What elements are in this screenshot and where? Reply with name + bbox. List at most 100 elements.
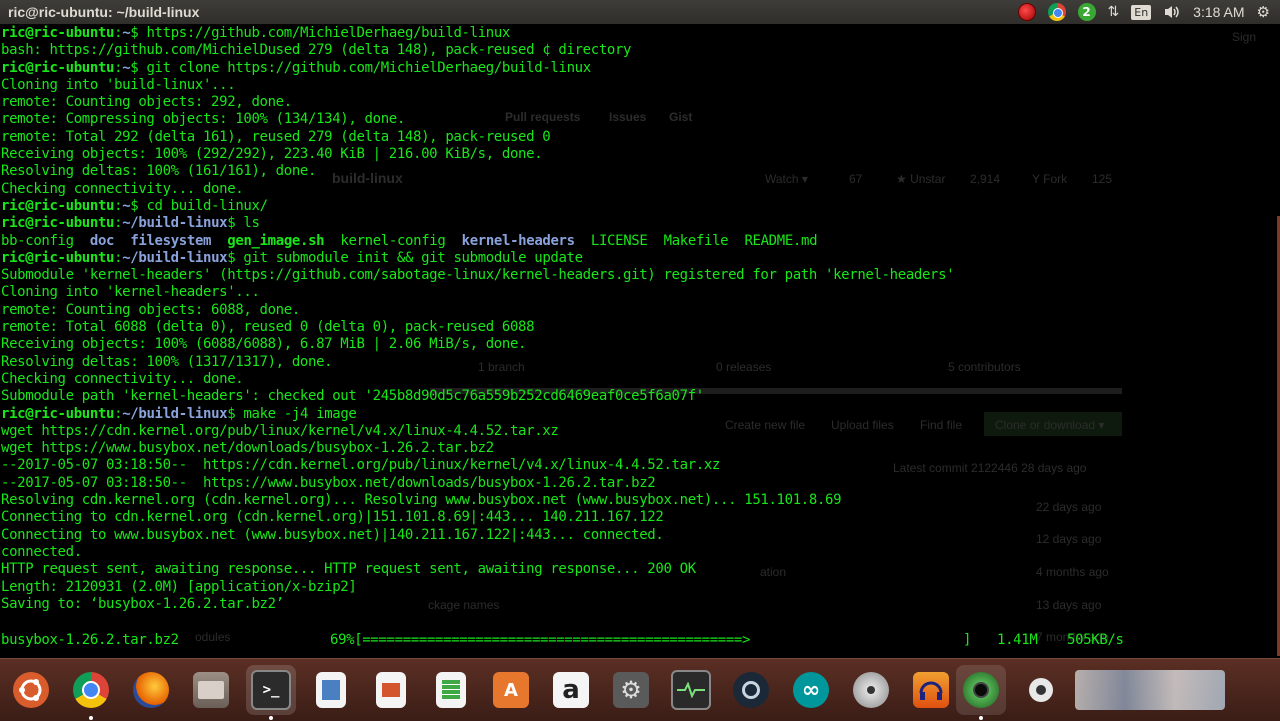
ls-gap (728, 233, 744, 249)
prompt-command: git submodule init && git submodule upda… (235, 249, 583, 266)
output-text: Checking connectivity... done. (1, 180, 244, 197)
record-icon[interactable] (1017, 3, 1036, 21)
output-text: Connecting to www.busybox.net (www.busyb… (1, 526, 664, 543)
prompt-separator: : (114, 405, 123, 422)
prompt-path: ~/build-linux (122, 405, 228, 422)
ubuntu-dash-icon[interactable] (6, 665, 56, 715)
terminal-window[interactable]: Sign Pull requests Issues Gist build-lin… (0, 24, 1280, 658)
network-arrows-icon[interactable]: ⇅ (1108, 4, 1120, 20)
volume-icon[interactable] (1163, 4, 1181, 20)
terminal-output-line: connected. (1, 544, 954, 561)
output-text: connected. (1, 543, 82, 560)
terminal-output-line: Connecting to cdn.kernel.org (cdn.kernel… (1, 509, 954, 526)
ghost-label: 12 days ago (1036, 532, 1102, 546)
output-text: wget https://www.busybox.net/downloads/b… (1, 440, 494, 457)
terminal-output-line: Cloning into 'kernel-headers'... (1, 284, 954, 301)
terminal-output-line: Checking connectivity... done. (1, 181, 954, 198)
ls-gap (211, 233, 227, 249)
arduino-icon[interactable]: ∞ (786, 665, 836, 715)
clock[interactable]: 3:18 AM (1193, 4, 1244, 20)
ghost-button (984, 412, 1122, 436)
output-text: wget https://cdn.kernel.org/pub/linux/ke… (1, 422, 559, 439)
ls-gap (445, 233, 461, 249)
terminal-output-line: bash: https://github.com/MichielDused 27… (1, 42, 954, 59)
ghost-label: 13 days ago (1036, 598, 1102, 612)
output-text: Cloning into 'build-linux'... (1, 76, 236, 93)
chrome-icon[interactable] (66, 665, 116, 720)
output-text: Resolving cdn.kernel.org (cdn.kernel.org… (1, 492, 842, 509)
files-icon[interactable] (186, 665, 236, 715)
output-text: Length: 2120931 (2.0M) [application/x-bz… (1, 578, 357, 595)
ghost-label: Sign (1232, 30, 1257, 44)
system-monitor-icon[interactable] (666, 665, 716, 715)
output-text: Submodule path 'kernel-headers': checked… (1, 388, 704, 405)
output-text: Cloning into 'kernel-headers'... (1, 284, 260, 301)
libreoffice-writer-icon[interactable] (306, 665, 356, 715)
ghost-label: 5 contributors (948, 360, 1021, 374)
trash-icon[interactable] (1070, 665, 1230, 715)
terminal-output-line: Submodule 'kernel-headers' (https://gith… (1, 267, 955, 284)
output-text: Receiving objects: 100% (292/292), 223.4… (1, 146, 543, 163)
update-badge-icon[interactable]: 2 (1077, 3, 1096, 21)
terminal-output-line: remote: Counting objects: 292, done. (1, 94, 954, 111)
progress-filename: busybox-1.26.2.tar.bz2 (1, 632, 179, 648)
firefox-icon[interactable] (126, 665, 176, 715)
webcam-icon[interactable] (1016, 665, 1066, 715)
output-text: remote: Compressing objects: 100% (134/1… (1, 111, 405, 128)
prompt-separator: : (114, 215, 123, 232)
settings-gear-icon[interactable]: ⚙ (1257, 3, 1270, 21)
keyboard-layout-icon[interactable]: En (1131, 4, 1152, 20)
terminal-output-line: Resolving cdn.kernel.org (cdn.kernel.org… (1, 492, 954, 509)
terminal-output-line: Cloning into 'build-linux'... (1, 77, 954, 94)
terminal-output-line: --2017-05-07 03:18:50-- https://www.busy… (1, 475, 954, 492)
terminal-output-line: Length: 2120931 (2.0M) [application/x-bz… (1, 579, 954, 596)
libreoffice-calc-icon[interactable] (426, 665, 476, 715)
chrome-icon[interactable] (1047, 3, 1066, 21)
terminal-output-line: remote: Counting objects: 6088, done. (1, 302, 954, 319)
output-text: --2017-05-07 03:18:50-- https://www.busy… (1, 474, 656, 491)
output-text: remote: Total 292 (delta 161), reused 27… (1, 128, 551, 145)
ls-entry-exe: gen_image.sh (227, 232, 325, 249)
prompt-user: ric@ric-ubuntu (1, 215, 115, 232)
prompt-path: ~/build-linux (122, 249, 228, 266)
audacity-icon[interactable] (906, 665, 956, 715)
disk-utility-icon[interactable] (846, 665, 896, 715)
ls-entry-file: kernel-config (340, 232, 446, 249)
prompt-command: make -j4 image (235, 405, 357, 422)
ls-entry-dir: kernel-headers (461, 232, 575, 249)
terminal-prompt-line: ric@ric-ubuntu:~$ https://github.com/Mic… (1, 25, 954, 42)
terminal-output-line: bb-config doc filesystem gen_image.sh ke… (1, 233, 954, 250)
terminal-output-line: Submodule path 'kernel-headers': checked… (1, 388, 954, 405)
system-settings-icon[interactable]: ⚙ (606, 665, 656, 715)
window-title: ric@ric-ubuntu: ~/build-linux (8, 4, 200, 20)
prompt-separator: : (114, 59, 123, 76)
steam-icon[interactable] (726, 665, 776, 715)
ghost-label: Y Fork (1032, 172, 1068, 186)
output-text: remote: Counting objects: 6088, done. (1, 301, 300, 318)
terminal-output-line: remote: Total 292 (delta 161), reused 27… (1, 129, 954, 146)
prompt-command: https://github.com/MichielDerhaeg/build-… (138, 25, 511, 41)
terminal-output-line: Resolving deltas: 100% (161/161), done. (1, 163, 954, 180)
output-text: Submodule 'kernel-headers' (https://gith… (1, 267, 955, 284)
camera-icon[interactable] (956, 665, 1006, 720)
terminal-output-line: Saving to: ‘busybox-1.26.2.tar.bz2’ (1, 596, 954, 613)
prompt-command: cd build-linux/ (138, 197, 268, 214)
output-text: Saving to: ‘busybox-1.26.2.tar.bz2’ (1, 595, 284, 612)
ls-entry-file: bb-config (1, 232, 74, 249)
output-text: HTTP request sent, awaiting response... … (1, 561, 696, 578)
terminal-prompt-line: ric@ric-ubuntu:~$ cd build-linux/ (1, 198, 954, 215)
ls-entry-file: LICENSE (590, 232, 648, 249)
output-text: Connecting to cdn.kernel.org (cdn.kernel… (1, 509, 664, 526)
amazon-icon[interactable]: a (546, 665, 596, 715)
terminal-output-line: Checking connectivity... done. (1, 371, 954, 388)
output-text: Resolving deltas: 100% (1317/1317), done… (1, 353, 333, 370)
libreoffice-impress-icon[interactable] (366, 665, 416, 715)
prompt-user: ric@ric-ubuntu (1, 249, 115, 266)
ls-entry-dir: doc (89, 232, 115, 249)
terminal-prompt-line: ric@ric-ubuntu:~/build-linux$ git submod… (1, 250, 954, 267)
prompt-separator: : (114, 197, 123, 214)
terminal-icon[interactable]: >_ (246, 665, 296, 720)
software-center-icon[interactable]: A (486, 665, 536, 715)
ls-entry-file: README.md (744, 232, 818, 249)
